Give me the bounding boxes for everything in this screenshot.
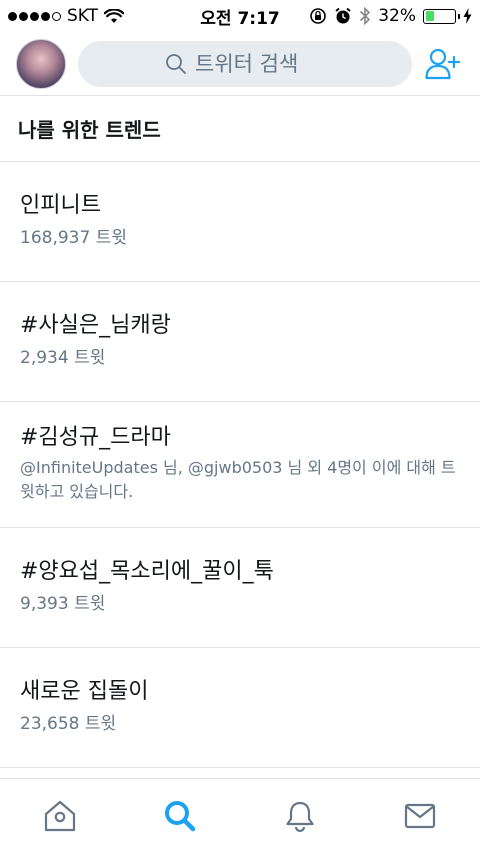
tab-messages[interactable] <box>390 786 450 846</box>
section-title: 나를 위한 트렌드 <box>0 96 480 162</box>
top-header <box>0 32 480 96</box>
status-left: SKT <box>8 6 125 26</box>
search-icon <box>166 53 186 74</box>
search-input[interactable] <box>195 51 325 76</box>
status-bar: SKT 오전 7:17 32% <box>0 0 480 32</box>
battery-percent: 32% <box>378 6 416 26</box>
search-bar[interactable] <box>78 40 412 87</box>
wifi-icon <box>104 8 125 23</box>
trend-item[interactable]: #양요섭_목소리에_꿀이_툭 9,393 트윗 <box>0 528 480 648</box>
add-user-button[interactable] <box>424 45 462 83</box>
status-right: 32% <box>309 6 472 26</box>
trend-meta: @InfiniteUpdates 님, @gjwb0503 님 외 4명이 이에… <box>20 458 456 501</box>
bell-icon <box>286 801 314 832</box>
mail-icon <box>404 803 436 828</box>
trend-item[interactable]: 새로운 집돌이 23,658 트윗 <box>0 648 480 768</box>
trend-item[interactable]: #김성규_드라마 @InfiniteUpdates 님, @gjwb0503 님… <box>0 402 480 528</box>
trend-title: 새로운 집돌이 <box>20 679 149 704</box>
bluetooth-icon <box>360 6 371 26</box>
trend-title: #김성규_드라마 <box>20 425 171 450</box>
trend-item[interactable]: 인피니트 168,937 트윗 <box>0 162 480 282</box>
battery-icon <box>423 8 460 24</box>
trend-title: #사실은_님캐랑 <box>20 313 171 338</box>
charging-bolt-icon <box>463 8 472 24</box>
bottom-tab-bar <box>0 778 480 852</box>
avatar[interactable] <box>16 38 66 89</box>
trend-meta: 168,937 트윗 <box>20 228 127 248</box>
carrier-label: SKT <box>67 6 99 26</box>
alarm-icon <box>335 7 351 24</box>
trend-item[interactable]: #사실은_님캐랑 2,934 트윗 <box>0 282 480 402</box>
trend-title: #양요섭_목소리에_꿀이_툭 <box>20 559 274 584</box>
signal-strength-icon <box>8 11 61 21</box>
tab-search[interactable] <box>150 786 210 846</box>
battery-level <box>425 11 435 21</box>
trend-meta: 9,393 트윗 <box>20 594 106 614</box>
trend-meta: 23,658 트윗 <box>20 714 117 734</box>
trend-title: 인피니트 <box>20 193 101 218</box>
trend-meta: 2,934 트윗 <box>20 348 106 368</box>
tab-home[interactable] <box>30 786 90 846</box>
add-user-icon <box>425 48 461 79</box>
rotation-lock-icon <box>310 8 327 24</box>
home-icon <box>44 800 76 831</box>
search-icon <box>165 800 196 831</box>
tab-notifications[interactable] <box>270 786 330 846</box>
